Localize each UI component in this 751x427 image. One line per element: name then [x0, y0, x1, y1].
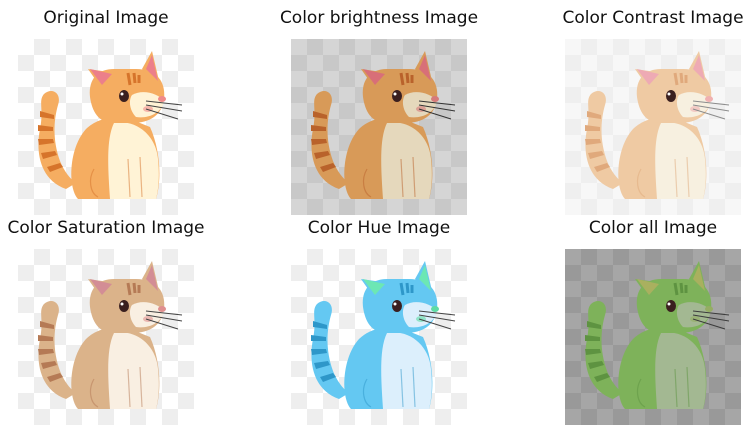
cat-image — [18, 249, 194, 425]
panel-image — [565, 39, 741, 215]
panel-image — [18, 39, 194, 215]
panel-image — [565, 249, 741, 425]
panel-image — [291, 249, 467, 425]
panel-title: Color Contrast Image — [562, 8, 744, 28]
cat-image — [291, 39, 467, 215]
panel-title: Color all Image — [588, 218, 718, 238]
panel-image — [291, 39, 467, 215]
panel-image — [18, 249, 194, 425]
panel-title: Color Saturation Image — [7, 218, 205, 238]
cat-image — [18, 39, 194, 215]
panel-title: Color Hue Image — [307, 218, 451, 238]
panel-title: Color brightness Image — [279, 8, 479, 28]
cat-image — [291, 249, 467, 425]
panel-title: Original Image — [43, 8, 169, 28]
cat-image — [565, 39, 741, 215]
cat-image — [565, 249, 741, 425]
